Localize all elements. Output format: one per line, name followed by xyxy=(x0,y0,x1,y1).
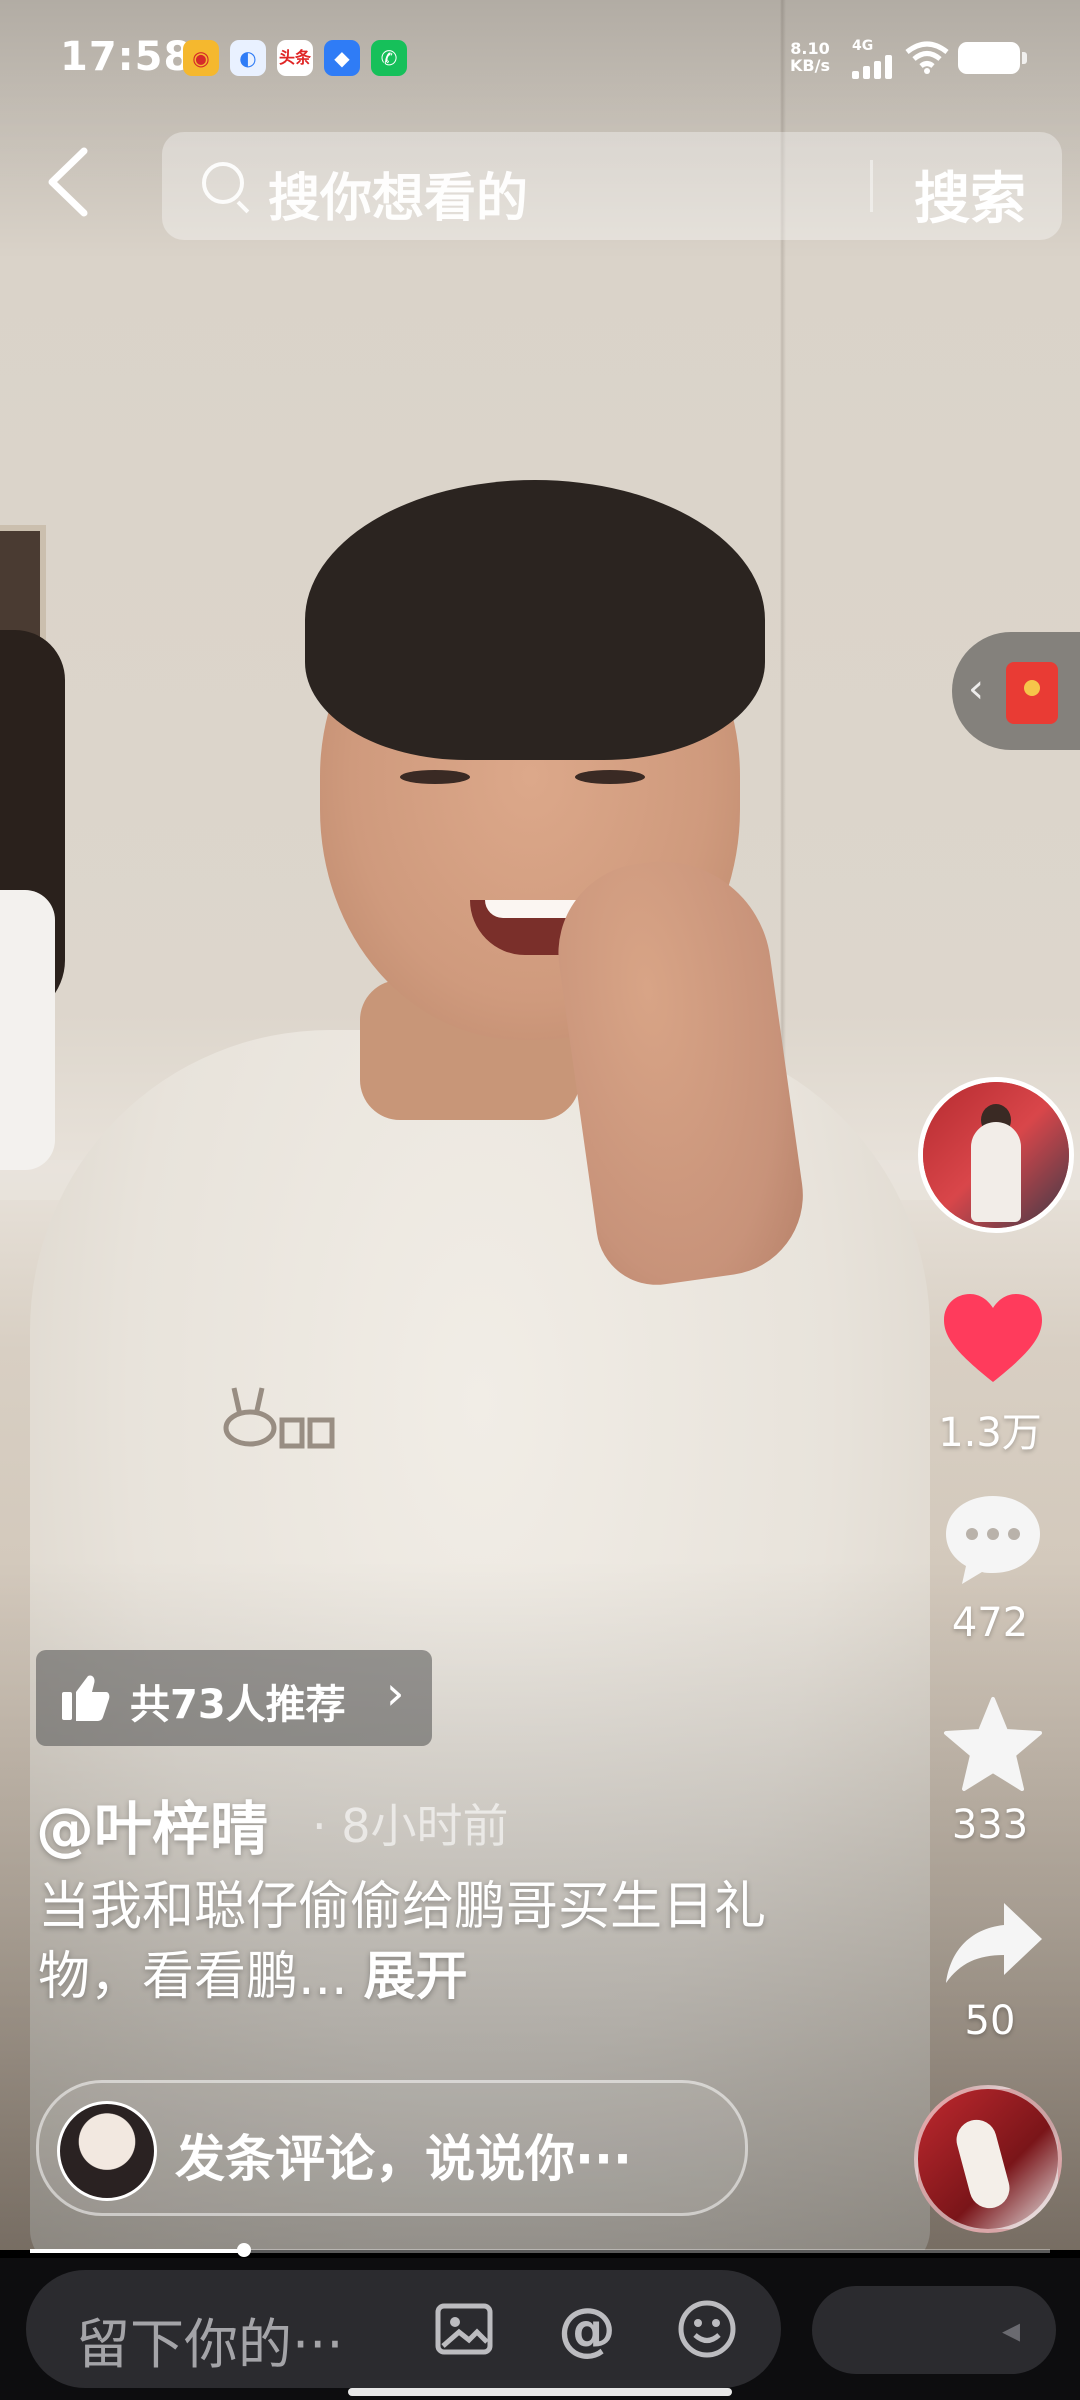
star-icon xyxy=(944,1697,1042,1791)
chevron-right-icon: › xyxy=(386,1666,405,1720)
user-avatar xyxy=(57,2101,157,2201)
chevron-left-icon xyxy=(48,147,88,217)
comment-prompt[interactable]: 发条评论，说说你··· xyxy=(36,2080,748,2216)
expand-link[interactable]: 展开 xyxy=(364,1947,468,2007)
person-eye xyxy=(575,770,645,784)
share-button[interactable] xyxy=(938,1895,1048,1995)
phone-icon: ✆ xyxy=(371,40,407,76)
network-type: 4G xyxy=(852,38,874,54)
comment-input[interactable]: 留下你的··· @ xyxy=(26,2270,781,2388)
video-progress-bar[interactable] xyxy=(30,2243,1050,2257)
author-name[interactable]: @叶梓晴 xyxy=(36,1782,268,1866)
mention-icon[interactable]: @ xyxy=(556,2298,618,2360)
heart-icon xyxy=(944,1294,1042,1382)
search-icon xyxy=(202,162,244,204)
search-bar[interactable]: 搜你想看的 搜索 xyxy=(162,132,1062,240)
person-hair xyxy=(305,480,765,760)
like-count: 1.3万 xyxy=(938,1410,1042,1456)
red-packet-icon xyxy=(1006,662,1058,724)
network-speed: 8.10 KB/s xyxy=(790,40,830,74)
favorite-button[interactable] xyxy=(938,1695,1048,1795)
send-icon: ◂ xyxy=(1002,2310,1021,2351)
shirt-print-graphic xyxy=(210,1380,350,1470)
recommend-badge[interactable]: 共73人推荐 › xyxy=(36,1650,432,1746)
signal-icon xyxy=(852,55,894,79)
favorite-count: 333 xyxy=(951,1802,1029,1848)
mi-browser-icon: ◐ xyxy=(230,40,266,76)
search-divider xyxy=(870,160,873,212)
back-button[interactable] xyxy=(42,145,102,225)
comment-input-placeholder: 留下你的··· xyxy=(76,2313,344,2376)
video-progress-knob[interactable] xyxy=(237,2243,252,2257)
comment-icon xyxy=(946,1496,1040,1584)
thumbs-up-icon xyxy=(60,1674,110,1733)
home-indicator xyxy=(348,2388,732,2396)
like-button[interactable] xyxy=(938,1290,1048,1390)
status-time: 17:58 xyxy=(60,34,193,80)
background-person-shirt xyxy=(0,890,55,1170)
post-time: · 8小时前 xyxy=(312,1799,509,1853)
search-input[interactable]: 搜你想看的 xyxy=(268,156,528,231)
emoji-icon[interactable] xyxy=(676,2298,738,2360)
network-speed-unit: KB/s xyxy=(790,56,830,75)
recommend-label: 共73人推荐 xyxy=(130,1682,346,1728)
wifi-icon xyxy=(905,40,949,83)
image-icon[interactable] xyxy=(433,2298,495,2360)
person-eye xyxy=(400,770,470,784)
comment-button[interactable] xyxy=(938,1490,1048,1590)
search-button[interactable]: 搜索 xyxy=(914,154,1026,235)
network-speed-value: 8.10 xyxy=(790,39,830,58)
share-count: 50 xyxy=(964,1998,1016,2044)
chevron-left-icon: ‹ xyxy=(968,666,984,712)
music-disc[interactable] xyxy=(914,2085,1062,2233)
battery-icon xyxy=(958,42,1027,74)
send-button[interactable]: ◂ xyxy=(812,2286,1056,2374)
red-packet-tab[interactable]: ‹ xyxy=(952,632,1080,750)
creator-avatar[interactable] xyxy=(918,1077,1074,1233)
weibo-icon: ◉ xyxy=(183,40,219,76)
comment-prompt-text: 发条评论，说说你··· xyxy=(175,2130,632,2188)
comment-count: 472 xyxy=(951,1600,1029,1646)
post-caption[interactable]: 当我和聪仔偷偷给鹏哥买生日礼物，看看鹏... 展开 xyxy=(38,1872,798,2012)
video-progress-fill xyxy=(30,2249,245,2253)
status-bar: 17:58 ◉ ◐ 头条 ◆ ✆ 8.10 KB/s 4G xyxy=(0,0,1080,120)
toutiao-icon: 头条 xyxy=(277,40,313,76)
share-icon xyxy=(946,1903,1042,1983)
feather-icon: ◆ xyxy=(324,40,360,76)
bottom-input-bar: 留下你的··· @ ◂ xyxy=(0,2258,1080,2400)
